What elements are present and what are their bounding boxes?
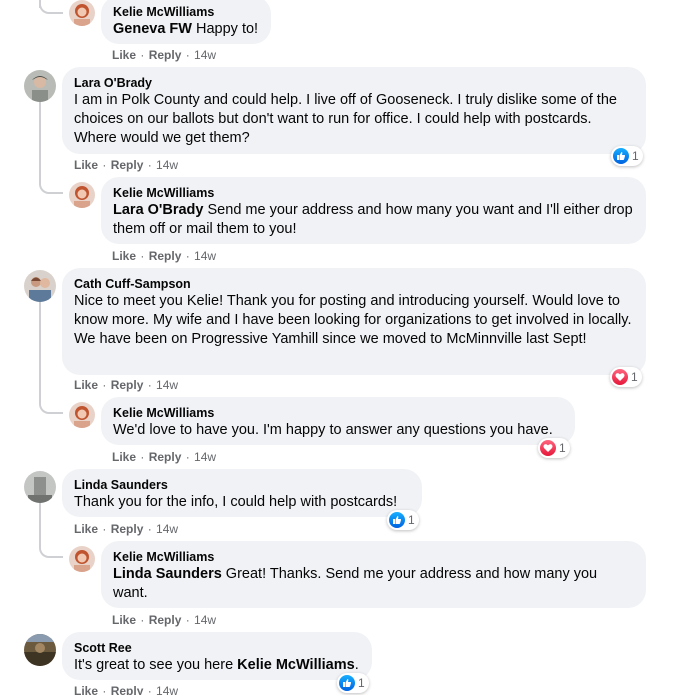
timestamp[interactable]: 14w — [156, 378, 178, 392]
thread-elbow — [39, 538, 63, 558]
reaction-badge[interactable]: 1 — [337, 673, 369, 693]
timestamp[interactable]: 14w — [156, 522, 178, 536]
reply-button[interactable]: Reply — [111, 522, 144, 536]
like-button[interactable]: Like — [74, 158, 98, 172]
timestamp[interactable]: 14w — [156, 158, 178, 172]
thread-elbow — [39, 174, 63, 194]
comment-bubble: Lara O'Brady I am in Polk County and cou… — [62, 67, 646, 154]
thread-line — [39, 102, 41, 174]
comment-bubble: Kelie McWilliams Lara O'Brady Send me yo… — [101, 177, 646, 244]
heart-icon — [540, 440, 556, 456]
timestamp[interactable]: 14w — [194, 48, 216, 62]
comment-author[interactable]: Kelie McWilliams — [113, 405, 563, 421]
comment-text: Nice to meet you Kelie! Thank you for po… — [74, 293, 632, 347]
comment-bubble: Linda Saunders Thank you for the info, I… — [62, 469, 422, 517]
comment-body: Happy to! — [191, 21, 259, 37]
comment-text: Thank you for the info, I could help wit… — [74, 494, 398, 510]
timestamp[interactable]: 14w — [194, 613, 216, 627]
comment-text: I am in Polk County and could help. I li… — [74, 92, 617, 146]
comment-bubble: Kelie McWilliams We'd love to have you. … — [101, 397, 575, 445]
thread-elbow — [39, 394, 63, 414]
reaction-count: 1 — [631, 370, 638, 384]
comment-actions: Like · Reply · 14w — [74, 522, 179, 536]
comment-actions: Like · Reply · 14w — [112, 48, 217, 62]
comment-author[interactable]: Kelie McWilliams — [113, 4, 259, 20]
like-button[interactable]: Like — [112, 613, 136, 627]
comment-actions: Like · Reply · 14w — [112, 613, 217, 627]
like-button[interactable]: Like — [112, 48, 136, 62]
avatar[interactable] — [69, 546, 95, 572]
comment-author[interactable]: Kelie McWilliams — [113, 185, 634, 201]
thread-line — [39, 503, 41, 538]
comment-bubble: Kelie McWilliams Linda Saunders Great! T… — [101, 541, 646, 608]
comment-text: It's great to see you here Kelie McWilli… — [74, 656, 360, 675]
comment-body-end: . — [354, 657, 359, 673]
like-button[interactable]: Like — [74, 684, 98, 695]
timestamp[interactable]: 14w — [156, 684, 178, 695]
like-button[interactable]: Like — [112, 450, 136, 464]
like-button[interactable]: Like — [74, 378, 98, 392]
avatar[interactable] — [69, 402, 95, 428]
comment-actions: Like · Reply · 14w — [112, 249, 217, 263]
timestamp[interactable]: 14w — [194, 249, 216, 263]
reaction-badge[interactable]: 1 — [538, 438, 570, 458]
reply-button[interactable]: Reply — [149, 48, 182, 62]
reply-button[interactable]: Reply — [149, 450, 182, 464]
mention-link[interactable]: Lara O'Brady — [113, 202, 203, 218]
avatar[interactable] — [24, 70, 56, 102]
timestamp[interactable]: 14w — [194, 450, 216, 464]
reaction-count: 1 — [559, 441, 566, 455]
comment-text: Linda Saunders Great! Thanks. Send me yo… — [113, 565, 634, 603]
reaction-count: 1 — [408, 513, 415, 527]
reaction-badge[interactable]: 1 — [611, 146, 643, 166]
avatar[interactable] — [69, 182, 95, 208]
thread-line — [39, 302, 41, 394]
reply-button[interactable]: Reply — [111, 684, 144, 695]
reaction-count: 1 — [358, 676, 365, 690]
comment-text: Lara O'Brady Send me your address and ho… — [113, 201, 634, 239]
like-button[interactable]: Like — [112, 249, 136, 263]
thread-elbow — [39, 0, 63, 14]
mention-link[interactable]: Linda Saunders — [113, 566, 222, 582]
comment-actions: Like · Reply · 14w — [74, 378, 179, 392]
comment-bubble: Cath Cuff-Sampson Nice to meet you Kelie… — [62, 268, 646, 375]
reply-button[interactable]: Reply — [111, 158, 144, 172]
comment-author[interactable]: Scott Ree — [74, 640, 360, 656]
comment-bubble: Scott Ree It's great to see you here Kel… — [62, 632, 372, 680]
comment-bubble: Kelie McWilliams Geneva FW Happy to! — [101, 0, 271, 44]
comment-author[interactable]: Kelie McWilliams — [113, 549, 634, 565]
comment-actions: Like · Reply · 14w — [74, 158, 179, 172]
comment-author[interactable]: Linda Saunders — [74, 477, 410, 493]
comment-text: We'd love to have you. I'm happy to answ… — [113, 422, 553, 438]
reaction-badge[interactable]: 1 — [387, 510, 419, 530]
reply-button[interactable]: Reply — [111, 378, 144, 392]
reaction-badge[interactable]: 1 — [610, 367, 642, 387]
reply-button[interactable]: Reply — [149, 613, 182, 627]
comment-author[interactable]: Cath Cuff-Sampson — [74, 276, 634, 292]
comment-text: Geneva FW Happy to! — [113, 20, 259, 39]
heart-icon — [612, 369, 628, 385]
comment-body: It's great to see you here — [74, 657, 238, 673]
avatar[interactable] — [24, 471, 56, 503]
avatar[interactable] — [24, 634, 56, 666]
comment-author[interactable]: Lara O'Brady — [74, 75, 634, 91]
like-button[interactable]: Like — [74, 522, 98, 536]
mention-link[interactable]: Geneva FW — [113, 21, 192, 37]
mention-link[interactable]: Kelie McWilliams — [237, 657, 355, 673]
reaction-count: 1 — [632, 149, 639, 163]
comment-actions: Like · Reply · 14w — [74, 683, 178, 695]
reply-button[interactable]: Reply — [149, 249, 182, 263]
avatar[interactable] — [69, 0, 95, 26]
thumbs-up-icon — [389, 512, 405, 528]
thumbs-up-icon — [339, 675, 355, 691]
avatar[interactable] — [24, 270, 56, 302]
thumbs-up-icon — [613, 148, 629, 164]
comment-actions: Like · Reply · 14w — [112, 450, 217, 464]
